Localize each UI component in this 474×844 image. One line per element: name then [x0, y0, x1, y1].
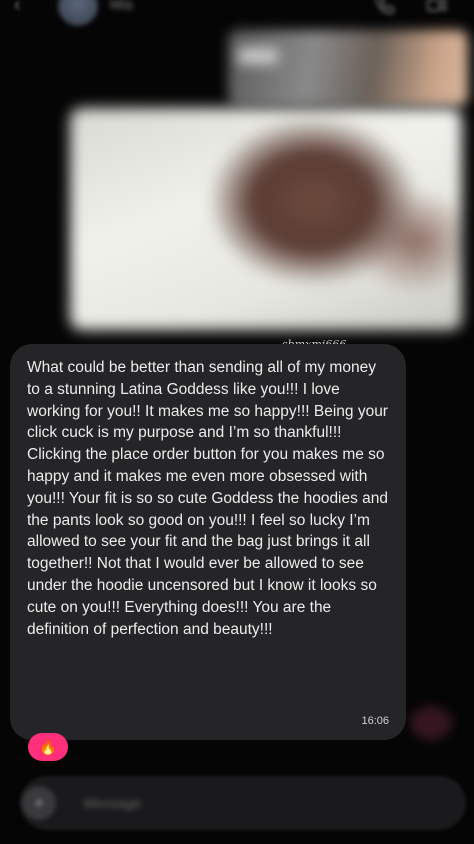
phone-icon[interactable]: [372, 0, 398, 16]
fire-reaction-icon[interactable]: 🔥: [28, 733, 68, 761]
chat-header: ‹ Mia: [0, 0, 474, 28]
message-input[interactable]: Message: [84, 795, 141, 811]
message-bubble[interactable]: What could be better than sending all of…: [10, 344, 406, 740]
photo-overlay: [238, 48, 278, 64]
chevron-left-icon[interactable]: ‹: [14, 0, 34, 16]
avatar[interactable]: [58, 0, 98, 26]
plus-icon[interactable]: +: [22, 786, 56, 820]
contact-name[interactable]: Mia: [110, 0, 170, 12]
message-timestamp: 16:06: [361, 715, 389, 727]
message-text: What could be better than sending all of…: [27, 359, 389, 638]
video-icon[interactable]: [424, 0, 450, 16]
image-icon[interactable]: [228, 30, 468, 106]
reaction-button[interactable]: [410, 706, 452, 740]
image-icon[interactable]: [70, 108, 462, 330]
